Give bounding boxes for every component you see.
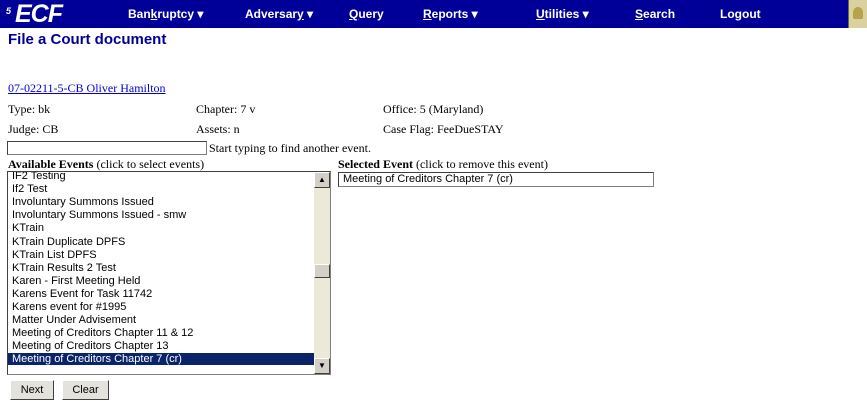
case-chapter: Chapter: 7 v xyxy=(196,102,256,116)
selected-event-item[interactable]: Meeting of Creditors Chapter 7 (cr) xyxy=(338,172,654,187)
case-office: Office: 5 (Maryland) xyxy=(383,102,484,116)
available-events-list[interactable]: IF2 Testing If2 Test Involuntary Summons I… xyxy=(7,171,331,375)
selected-event-title: Selected Event xyxy=(338,157,413,171)
available-events-heading: Available Events (click to select events… xyxy=(8,157,204,172)
event-list-item[interactable]: IF2 Testing xyxy=(8,172,317,182)
event-list-item[interactable]: Karens Event for Task 11742 xyxy=(8,288,317,300)
menu-reports-accel: R xyxy=(423,7,432,21)
event-list-item[interactable]: KTrain Duplicate DPFS xyxy=(8,236,317,248)
event-list-item[interactable]: Meeting of Creditors Chapter 11 & 12 xyxy=(8,327,317,339)
scroll-thumb[interactable] xyxy=(314,264,330,278)
case-number-link[interactable]: 07-02211-5-CB Oliver Hamilton xyxy=(8,81,166,96)
menu-adversary-accel: y xyxy=(297,7,304,21)
event-list-item[interactable]: Involuntary Summons Issued xyxy=(8,196,317,208)
case-flag: Case Flag: FeeDueSTAY xyxy=(383,122,504,136)
menu-adversary-label-a: Adversar xyxy=(245,7,298,21)
menu-search-accel: S xyxy=(635,7,644,21)
event-list-item[interactable]: KTrain Results 2 Test xyxy=(8,262,317,274)
logo-text: ECF xyxy=(15,0,63,28)
event-list-item[interactable]: Matter Under Advisement xyxy=(8,314,317,326)
event-list-item[interactable]: Karens event for #1995 xyxy=(8,301,317,313)
next-button[interactable]: Next xyxy=(10,380,54,400)
menu-utilities-label: tilities ▾ xyxy=(544,7,589,21)
case-type: Type: bk xyxy=(8,102,51,116)
menu-logout[interactable]: Logout xyxy=(720,7,761,21)
menu-bankruptcy-label-b: ruptcy ▾ xyxy=(157,7,204,21)
ecf-logo[interactable]: 5 ECF xyxy=(6,0,63,28)
page-title: File a Court document xyxy=(8,31,167,48)
available-events-note: (click to select events) xyxy=(96,157,205,171)
menu-reports[interactable]: Reports ▾ xyxy=(423,7,478,21)
available-events-title: Available Events xyxy=(8,157,94,171)
event-list-item[interactable]: KTrain List DPFS xyxy=(8,249,317,261)
menu-bankruptcy[interactable]: Bankruptcy ▾ xyxy=(128,7,203,21)
menu-reports-label: eports ▾ xyxy=(431,7,478,21)
menu-utilities-accel: U xyxy=(536,7,545,21)
selected-event-note: (click to remove this event) xyxy=(415,157,548,171)
event-list-item[interactable]: Karen - First Meeting Held xyxy=(8,275,317,287)
scroll-down-icon[interactable]: ▼ xyxy=(314,358,330,374)
event-list-item[interactable]: If2 Test xyxy=(8,183,317,195)
menu-query[interactable]: Query xyxy=(349,7,384,21)
menu-bankruptcy-label-a: Ban xyxy=(128,7,151,21)
menu-search-label: earch xyxy=(643,7,676,21)
case-judge: Judge: CB xyxy=(8,122,59,136)
menu-adversary[interactable]: Adversary ▾ xyxy=(245,7,313,21)
event-list-item[interactable]: Involuntary Summons Issued - smw xyxy=(8,209,317,221)
event-search-hint: Start typing to find another event. xyxy=(209,141,371,155)
event-search-input[interactable] xyxy=(7,141,207,155)
help-figure-icon[interactable] xyxy=(848,0,867,28)
menu-query-accel: Q xyxy=(349,7,359,21)
clear-button[interactable]: Clear xyxy=(62,380,109,400)
scroll-up-icon[interactable]: ▲ xyxy=(314,172,330,188)
menu-bar: 5 ECF Bankruptcy ▾ Adversary ▾ Query Repo… xyxy=(0,0,867,28)
menu-query-label: uery xyxy=(358,7,384,21)
events-scrollbar[interactable]: ▲ ▼ xyxy=(314,172,330,374)
selected-event-heading: Selected Event (click to remove this eve… xyxy=(338,157,548,172)
logo-district-number: 5 xyxy=(6,6,12,16)
menu-utilities[interactable]: Utilities ▾ xyxy=(536,7,589,21)
menu-search[interactable]: Search xyxy=(635,7,675,21)
event-list-item[interactable]: Meeting of Creditors Chapter 13 xyxy=(8,340,317,352)
event-list-item[interactable]: Meeting of Creditors Chapter 7 (cr) xyxy=(8,353,317,366)
case-assets: Assets: n xyxy=(196,122,240,136)
menu-logout-label: Logout xyxy=(720,7,761,21)
menu-adversary-label-b: ▾ xyxy=(303,7,314,21)
event-list-item[interactable]: KTrain xyxy=(8,222,317,234)
